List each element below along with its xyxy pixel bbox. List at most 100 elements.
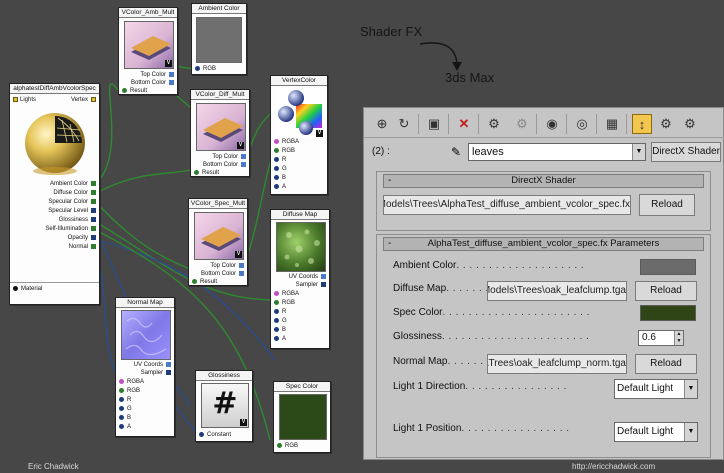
collapse-icon[interactable]: - [388, 238, 391, 250]
shader-path-value: C:\Projects\Content\Models\Trees\AlphaTe… [384, 199, 630, 210]
glossiness-node[interactable]: Glossiness # V Constant [195, 370, 253, 442]
diffuse-map-path-field[interactable]: C:\Projects\Content\Models\Trees\oak_lea… [487, 281, 627, 301]
credit-author: Eric Chadwick [28, 462, 79, 471]
color-preview [279, 394, 327, 440]
parameters-rollout: - AlphaTest_diffuse_ambient_vcolor_spec.… [376, 234, 711, 458]
assign-to-selection-icon[interactable]: ▣ [424, 114, 444, 134]
normal-map-path-value: C:\Projects\Content\Models\Trees\oak_lea… [488, 358, 626, 369]
go-forward-to-sibling-icon[interactable]: ⚙ [656, 114, 676, 134]
wire [95, 201, 193, 271]
port-label: Bottom Color [130, 80, 166, 86]
badge: V [235, 251, 242, 258]
vertex-color-preview: V [276, 88, 324, 138]
light1-direction-dropdown[interactable]: Default Light ▼ [614, 379, 698, 399]
ambient-color-label: Ambient Color [393, 260, 457, 271]
shader-type-button[interactable]: DirectX Shader [651, 142, 721, 162]
directx-shader-rollout: - DirectX Shader C:\Projects\Content\Mod… [376, 171, 711, 231]
shader-graph: alphatestDiffAmbVcolorSpec Lights Vertex [0, 0, 340, 473]
credit-url: http://ericchadwick.com [572, 462, 656, 471]
port-label: UV Coords [133, 362, 163, 368]
normal-reload-button[interactable]: Reload [635, 354, 697, 374]
reset-map-icon[interactable]: ✕ [454, 114, 474, 134]
collapse-icon[interactable]: - [388, 175, 391, 187]
node-title: alphatestDiffAmbVcolorSpec [10, 84, 99, 94]
diffuse-reload-button[interactable]: Reload [635, 281, 697, 301]
spec-color-node[interactable]: Spec Color RGB [273, 381, 331, 453]
show-end-result-icon[interactable]: ▦ [602, 114, 622, 134]
ambient-color-swatch[interactable] [640, 259, 696, 275]
mult-preview: V [196, 103, 246, 151]
port-label: G [282, 318, 287, 324]
max-side: Shader FX 3ds Max ⊕ ↻ ▣ ✕ ⚙ ⚙ ◉ ◎ ▦ ↕ ⚙ … [340, 0, 724, 473]
amb-mult-node[interactable]: VColor_Amb_Mult V Top Color Bottom Color… [118, 7, 178, 95]
param-label: Specular Color [48, 199, 88, 205]
param-label: Diffuse Color [53, 190, 88, 196]
put-to-scene-icon[interactable]: ↻ [394, 114, 414, 134]
badge: V [240, 419, 247, 426]
normal-map-path-field[interactable]: C:\Projects\Content\Models\Trees\oak_lea… [487, 354, 627, 374]
show-map-in-viewport-icon[interactable]: ◎ [572, 114, 592, 134]
pick-material-icon[interactable]: ⚙ [680, 114, 700, 134]
node-title: VColor_Amb_Mult [119, 8, 177, 18]
light1-position-dropdown[interactable]: Default Light ▼ [614, 422, 698, 442]
port-label: Bottom Color [202, 162, 238, 168]
glossiness-value: 0.6 [642, 332, 656, 343]
port-label: Bottom Color [200, 271, 236, 277]
port-label: Top Color [212, 154, 238, 160]
diff-mult-node[interactable]: VColor_Diff_Mult V Top Color Bottom Colo… [190, 89, 250, 177]
chevron-down-icon[interactable]: ▼ [684, 380, 697, 398]
constant-icon: # [212, 386, 238, 421]
diffuse-map-path-value: C:\Projects\Content\Models\Trees\oak_lea… [488, 285, 626, 296]
material-output: Material [21, 286, 43, 292]
chevron-down-icon[interactable]: ▼ [684, 423, 697, 441]
rollout-header[interactable]: - AlphaTest_diffuse_ambient_vcolor_spec.… [383, 237, 704, 251]
material-count: (2) : [372, 146, 390, 157]
spec-color-swatch[interactable] [640, 305, 696, 321]
make-unique-icon[interactable]: ⚙ [484, 114, 504, 134]
material-name-value: leaves [472, 146, 504, 158]
node-title: VColor_Diff_Mult [191, 90, 249, 100]
go-to-parent-icon[interactable]: ↕ [632, 114, 652, 134]
shader-reload-button[interactable]: Reload [639, 194, 695, 216]
port-label: G [127, 406, 132, 412]
node-title: Diffuse Map [271, 210, 329, 220]
badge: V [165, 60, 172, 67]
material-node[interactable]: alphatestDiffAmbVcolorSpec Lights Vertex [9, 83, 100, 305]
chevron-down-icon[interactable]: ▼ [632, 144, 645, 160]
glossiness-spinner[interactable]: 0.6 ▲ ▼ [638, 330, 684, 346]
get-material-icon[interactable]: ⊕ [372, 114, 392, 134]
ambient-color-node[interactable]: Ambient Color RGB [191, 3, 247, 75]
port-label: Top Color [210, 263, 236, 269]
flow-target-label: 3ds Max [445, 70, 495, 85]
rollout-title: DirectX Shader [511, 175, 576, 186]
material-name-field[interactable]: leaves ▼ [468, 143, 646, 161]
normal-map-node[interactable]: Normal Map UV Coords Sampler RGBA RGB R … [115, 297, 175, 437]
spec-color-label: Spec Color [393, 307, 443, 318]
param-label: Opacity [67, 235, 88, 241]
param-label: Self-Illumination [45, 226, 88, 232]
normal-map-label: Normal Map [393, 356, 448, 367]
port-label: RGB [282, 148, 296, 154]
material-editor-panel: ⊕ ↻ ▣ ✕ ⚙ ⚙ ◉ ◎ ▦ ↕ ⚙ ⚙ (2) : ✎ leaves ▼… [363, 107, 724, 460]
shader-path-field[interactable]: C:\Projects\Content\Models\Trees\AlphaTe… [383, 195, 631, 215]
port-label: RGB [285, 443, 299, 449]
light1-position-value: Default Light [617, 426, 674, 437]
badge: V [316, 130, 323, 137]
spec-mult-node[interactable]: VColor_Spec_Mult V Top Color Bottom Colo… [188, 198, 248, 286]
port-label: B [127, 415, 132, 421]
param-label: Glossiness [58, 217, 88, 223]
port-label: A [282, 336, 287, 342]
spinner-arrows-icon[interactable]: ▲ ▼ [674, 331, 683, 345]
port-label: RGB [127, 388, 141, 394]
vertex-color-node[interactable]: VertexColor V RGBA RGB R G B A [270, 75, 328, 195]
rollout-header[interactable]: - DirectX Shader [383, 174, 704, 188]
put-to-library-icon[interactable]: ⚙ [512, 114, 532, 134]
eyedropper-icon[interactable]: ✎ [448, 143, 464, 161]
diffuse-map-label: Diffuse Map [393, 283, 447, 294]
port-label: Sampler [295, 282, 318, 288]
diffuse-map-node[interactable]: Diffuse Map UV Coords Sampler RGBA RGB R… [270, 209, 330, 349]
port-label: R [282, 157, 287, 163]
wire [95, 169, 191, 194]
node-title: Ambient Color [192, 4, 246, 14]
material-id-icon[interactable]: ◉ [542, 114, 562, 134]
